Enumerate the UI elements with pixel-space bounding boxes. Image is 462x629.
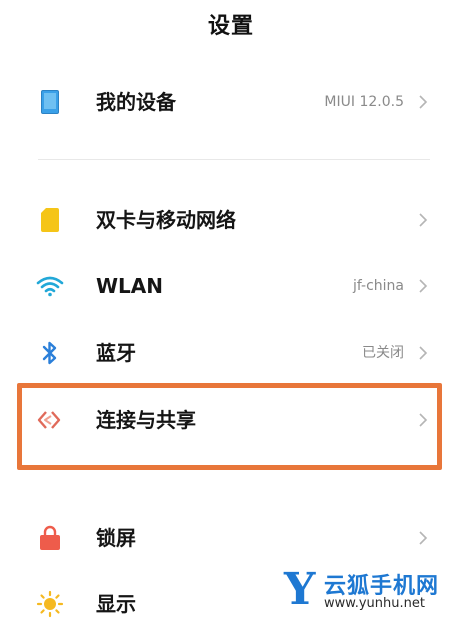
settings-item-my-device[interactable]: 我的设备 MIUI 12.0.5: [0, 78, 462, 126]
bluetooth-icon: [36, 339, 64, 367]
settings-item-label: 双卡与移动网络: [96, 208, 236, 232]
settings-item-value: jf-china: [352, 278, 404, 294]
settings-item-label: 我的设备: [96, 90, 176, 114]
settings-item-value: MIUI 12.0.5: [324, 94, 404, 110]
settings-item-label: WLAN: [96, 274, 164, 298]
settings-item-dual-sim[interactable]: 双卡与移动网络: [0, 196, 462, 244]
watermark: Y 云狐手机网 www.yunhu.net: [284, 566, 456, 622]
tablet-icon: [36, 88, 64, 116]
chevron-right-icon: [416, 206, 430, 234]
settings-item-value: 已关闭: [362, 345, 404, 361]
chevron-right-icon: [416, 524, 430, 552]
settings-item-label: 锁屏: [96, 526, 136, 550]
chevron-right-icon: [416, 272, 430, 300]
settings-item-bluetooth[interactable]: 蓝牙 已关闭: [0, 329, 462, 377]
section-divider: [38, 159, 430, 160]
lock-icon: [36, 524, 64, 552]
settings-item-wlan[interactable]: WLAN jf-china: [0, 262, 462, 310]
settings-item-label: 蓝牙: [96, 341, 136, 365]
chevron-right-icon: [416, 339, 430, 367]
settings-item-label: 显示: [96, 592, 136, 616]
highlight-box: [17, 383, 442, 470]
chevron-right-icon: [416, 88, 430, 116]
settings-item-lock-screen[interactable]: 锁屏: [0, 514, 462, 562]
wifi-icon: [36, 272, 64, 300]
sun-icon: [36, 590, 64, 618]
page-title: 设置: [207, 14, 254, 39]
sim-card-icon: [36, 206, 64, 234]
watermark-logo: Y: [284, 564, 316, 615]
watermark-url: www.yunhu.net: [324, 596, 425, 611]
